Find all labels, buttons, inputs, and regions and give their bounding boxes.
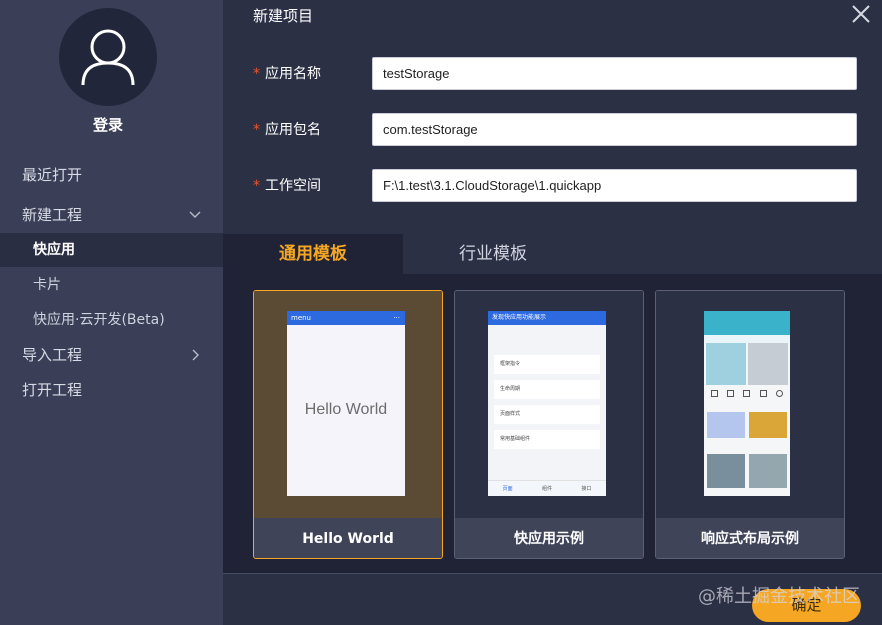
workspace-label: * 工作空间 <box>253 178 321 194</box>
app-name-input[interactable]: testStorage <box>372 57 857 90</box>
preview-row: 框架指令 <box>494 355 600 374</box>
required-mark: * <box>253 178 260 194</box>
template-list: menu ··· Hello World Hello World 发现快应用功能… <box>223 274 882 574</box>
phone-preview: menu ··· Hello World <box>287 311 405 496</box>
watermark: @稀土掘金技术社区 <box>698 586 860 607</box>
sidebar-item-recent[interactable]: 最近打开 <box>0 158 223 192</box>
sidebar-item-open-project[interactable]: 打开工程 <box>0 373 223 407</box>
template-caption: 响应式布局示例 <box>656 518 844 558</box>
required-mark: * <box>253 66 260 82</box>
chevron-right-icon <box>187 338 203 372</box>
preview-header: 发现快应用功能展示 <box>488 311 606 325</box>
preview-row: 常用基础组件 <box>494 430 600 449</box>
phone-preview: 发现快应用功能展示 框架指令 生命周期 页面样式 常用基础组件 页面 组件 接口 <box>488 311 606 496</box>
required-mark: * <box>253 122 260 138</box>
preview-text: Hello World <box>304 401 388 418</box>
app-name-label: * 应用名称 <box>253 66 321 82</box>
template-card-quickapp-demo[interactable]: 发现快应用功能展示 框架指令 生命周期 页面样式 常用基础组件 页面 组件 接口… <box>454 290 644 559</box>
preview-header: menu ··· <box>287 311 405 325</box>
package-name-input[interactable]: com.testStorage <box>372 113 857 146</box>
avatar[interactable] <box>59 8 157 106</box>
template-preview: menu ··· Hello World <box>254 291 442 518</box>
preview-header <box>704 311 790 335</box>
phone-preview <box>704 311 790 496</box>
dialog-title: 新建项目 <box>253 7 314 25</box>
sidebar-item-label: 快应用·云开发(Beta) <box>33 312 165 328</box>
preview-row: 页面样式 <box>494 405 600 424</box>
sidebar-item-label: 卡片 <box>33 277 61 293</box>
template-caption: Hello World <box>254 518 442 558</box>
sidebar-item-label: 快应用 <box>33 242 75 258</box>
close-icon <box>852 5 870 23</box>
sidebar-item-quickapp[interactable]: 快应用 <box>0 233 223 267</box>
template-tabs: 通用模板 行业模板 <box>223 234 882 274</box>
template-caption: 快应用示例 <box>455 518 643 558</box>
sidebar-item-label: 打开工程 <box>22 381 83 399</box>
close-button[interactable] <box>850 3 872 25</box>
user-icon <box>81 29 135 86</box>
preview-footer: 页面 组件 接口 <box>488 480 606 496</box>
sidebar-item-cloud-dev[interactable]: 快应用·云开发(Beta) <box>0 303 223 337</box>
preview-row: 生命周期 <box>494 380 600 399</box>
template-card-hello-world[interactable]: menu ··· Hello World Hello World <box>253 290 443 559</box>
workspace-input[interactable]: F:\1.test\3.1.CloudStorage\1.quickapp <box>372 169 857 202</box>
sidebar-item-label: 导入工程 <box>22 346 83 364</box>
new-project-dialog: 新建项目 * 应用名称 testStorage * 应用包名 com.testSto… <box>223 0 882 625</box>
sidebar-item-label: 最近打开 <box>22 166 83 184</box>
tab-industry-templates[interactable]: 行业模板 <box>403 234 583 274</box>
sidebar-item-label: 新建工程 <box>22 206 83 224</box>
chevron-down-icon <box>187 198 203 232</box>
tab-general-templates[interactable]: 通用模板 <box>223 234 403 274</box>
template-preview: 发现快应用功能展示 框架指令 生命周期 页面样式 常用基础组件 页面 组件 接口 <box>455 291 643 518</box>
template-preview <box>656 291 844 518</box>
sidebar-item-import-project[interactable]: 导入工程 <box>0 338 223 372</box>
template-card-responsive-demo[interactable]: 响应式布局示例 <box>655 290 845 559</box>
login-label[interactable]: 登录 <box>0 114 216 135</box>
package-name-label: * 应用包名 <box>253 122 321 138</box>
sidebar: 登录 最近打开 新建工程 快应用 卡片 快应用·云开发(Beta) 导入工程 打… <box>0 0 223 625</box>
sidebar-item-card[interactable]: 卡片 <box>0 268 223 302</box>
sidebar-item-new-project[interactable]: 新建工程 <box>0 198 223 232</box>
